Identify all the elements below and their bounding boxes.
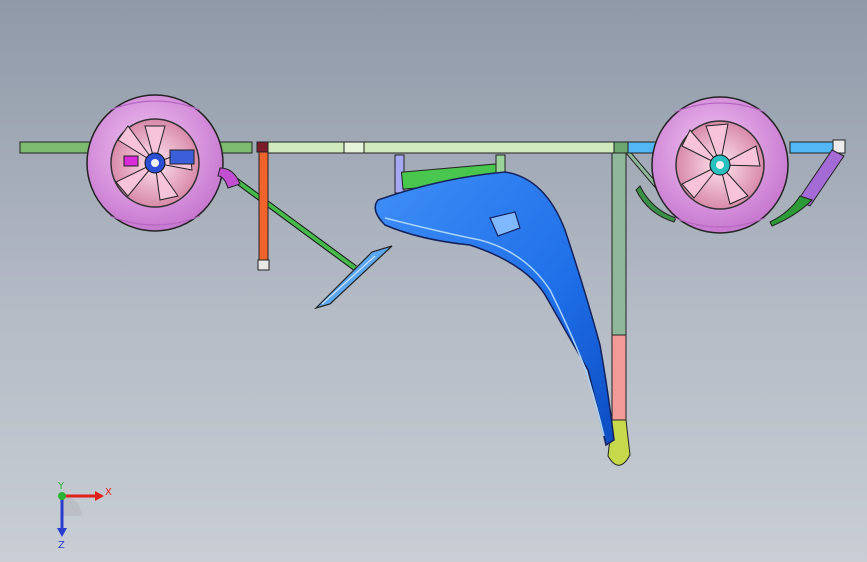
left-wheel (86, 94, 241, 232)
right-vertical-post (607, 148, 662, 466)
z-axis-arrowhead (57, 528, 67, 537)
right-wheel (651, 96, 789, 234)
coordinate-triad: X Y Z (57, 481, 112, 550)
x-axis-label: X (105, 487, 112, 498)
z-axis-label: Z (58, 540, 65, 550)
orange-vertical-strut (256, 141, 271, 271)
diagonal-tie-rod (228, 173, 357, 271)
x-axis-arrowhead (95, 491, 104, 501)
vehicle-assembly-model[interactable] (0, 0, 867, 562)
cad-viewport[interactable]: X Y Z (0, 0, 867, 562)
blue-fender (374, 171, 615, 447)
lower-wing-plate (313, 245, 393, 310)
y-axis-label: Y (57, 481, 65, 492)
y-axis-dot (58, 492, 66, 500)
